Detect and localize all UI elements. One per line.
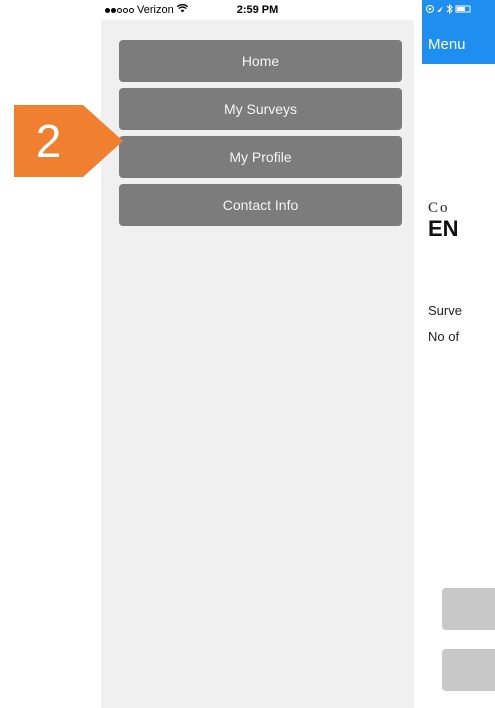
right-nav-bar: Menu (422, 20, 495, 64)
menu-item-home[interactable]: Home (119, 40, 402, 82)
status-bar: Verizon 2:59 PM (101, 0, 414, 20)
right-status-bar (422, 0, 495, 20)
right-action-button-1[interactable] (442, 588, 495, 630)
menu-item-contact-info[interactable]: Contact Info (119, 184, 402, 226)
menu-link[interactable]: Menu (428, 36, 466, 53)
menu-list: Home My Surveys My Profile Contact Info (119, 40, 402, 232)
step-arrow-icon (83, 105, 123, 177)
brand-logo-line2: EN (428, 216, 459, 241)
survey-count-line: No of (428, 329, 460, 344)
status-time: 2:59 PM (236, 4, 279, 16)
menu-item-my-surveys[interactable]: My Surveys (119, 88, 402, 130)
survey-info-line: Surve (428, 303, 462, 318)
side-menu-panel: Verizon 2:59 PM Home My Surveys My Profi… (101, 0, 414, 708)
screenshot-root: Verizon 2:59 PM Home My Surveys My Profi… (0, 0, 495, 708)
menu-item-my-profile[interactable]: My Profile (119, 136, 402, 178)
status-icons (426, 3, 486, 17)
brand-logo-line1: Co (428, 200, 450, 216)
right-action-button-2[interactable] (442, 649, 495, 691)
step-number-badge: 2 (14, 105, 83, 177)
main-screen-preview: Menu Co EN Surve No of (422, 0, 495, 708)
